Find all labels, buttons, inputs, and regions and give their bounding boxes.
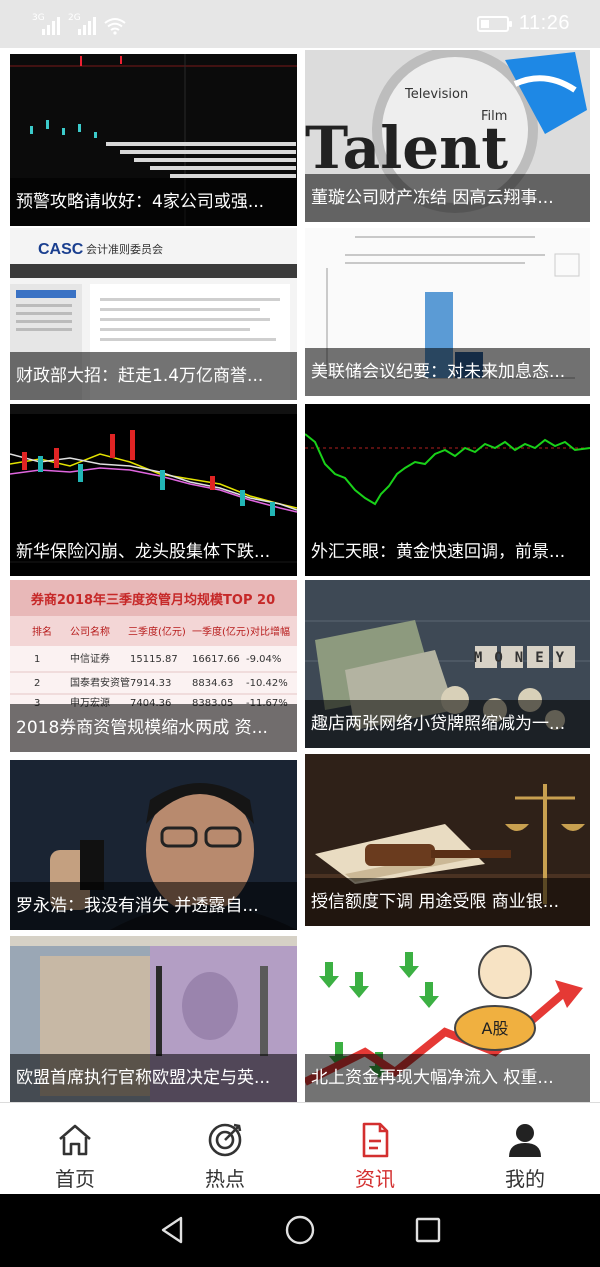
news-card-title: 新华保险闪崩、龙头股集体下跌... [10,528,297,576]
news-card[interactable]: 罗永浩：我没有消失 并透露自... [10,760,297,930]
table-cell: 8834.63 [192,678,233,689]
news-card-title: 预警攻略请收好：4家公司或强... [10,178,297,226]
tab-hot[interactable]: 热点 [150,1103,300,1194]
money-word: MONEY [474,650,576,666]
battery-icon [476,15,512,32]
table-header: 一季度(亿元) [192,625,250,638]
status-time: 11:26 [518,12,570,34]
news-card[interactable]: 预警攻略请收好：4家公司或强... [10,54,297,226]
table-cell: 1 [34,654,40,665]
tab-home-label: 首页 [55,1167,95,1191]
bottom-tab-bar: 首页 热点 资讯 我的 [0,1102,600,1194]
back-icon[interactable] [157,1214,189,1246]
talent-word: Talent [305,114,508,182]
news-card[interactable]: Television Film Talent 董璇公司财产冻结 因高云翔事... [305,50,590,222]
news-card-title: 授信额度下调 用途受限 商业银... [305,878,590,926]
news-card-title: 董璇公司财产冻结 因高云翔事... [305,174,590,222]
tab-news[interactable]: 资讯 [300,1103,450,1194]
table-cell: 7914.33 [130,678,171,689]
news-card[interactable]: A股 北上资金再现大幅净流入 权重... [305,932,590,1102]
a-share-label: A股 [482,1019,509,1038]
table-cell: 中信证券 [70,652,110,665]
tab-home[interactable]: 首页 [0,1103,150,1194]
tab-news-label: 资讯 [355,1167,395,1191]
sim2-signal-icon: 2G [68,13,96,35]
news-card[interactable]: 新华保险闪崩、龙头股集体下跌... [10,404,297,576]
table-cell: 16617.66 [192,654,240,665]
news-card[interactable]: 外汇天眼：黄金快速回调，前景... [305,404,590,576]
news-card-title: 北上资金再现大幅净流入 权重... [305,1054,590,1102]
wifi-icon [104,18,126,35]
table-cell: 2 [34,678,40,689]
tab-hot-label: 热点 [205,1167,245,1191]
television-word: Television [404,87,468,102]
news-card-title: 外汇天眼：黄金快速回调，前景... [305,528,590,576]
recents-icon[interactable] [412,1214,444,1246]
sim1-signal-icon: 3G [32,13,60,35]
table-header: 三季度(亿元) [128,625,186,638]
table-cell: -9.04% [246,654,281,665]
tab-mine-label: 我的 [505,1167,545,1191]
casc-logo: CASC [38,241,84,258]
target-icon [208,1123,242,1157]
news-card[interactable]: MONEY 趣店两张网络小贷牌照缩减为一... [305,580,590,748]
table-cell: 国泰君安资管 [70,676,130,689]
news-grid[interactable]: 预警攻略请收好：4家公司或强... Television Film Talent… [0,48,600,1102]
casc-name: 会计准则委员会 [86,243,163,256]
news-card-title: 美联储会议纪要：对未来加息态... [305,348,590,396]
table-header: 公司名称 [70,625,110,638]
person-icon [509,1124,541,1157]
news-card-title: 罗永浩：我没有消失 并透露自... [10,882,297,930]
news-card-title: 趣店两张网络小贷牌照缩减为一... [305,700,590,748]
news-card-title: 财政部大招：赶走1.4万亿商誉... [10,352,297,400]
news-card[interactable]: CASC 会计准则委员会 财政部大招：赶走1.4万亿商誉... [10,228,297,400]
status-bar: 3G 2G 11:26 [0,0,600,48]
news-card[interactable]: 券商2018年三季度资管月均规模TOP 20 排名 公司名称 三季度(亿元) 一… [10,580,297,752]
home-icon [59,1124,91,1156]
news-card-title: 2018券商资管规模缩水两成 资... [10,704,297,752]
brokerage-table-title: 券商2018年三季度资管月均规模TOP 20 [30,592,275,608]
news-card-title: 欧盟首席执行官称欧盟决定与英... [10,1054,297,1102]
table-cell: 15115.87 [130,654,178,665]
table-header: 对比增幅 [250,625,290,638]
news-card[interactable]: 欧盟首席执行官称欧盟决定与英... [10,936,297,1102]
tab-mine[interactable]: 我的 [450,1103,600,1194]
table-cell: -10.42% [246,678,288,689]
home-circle-icon[interactable] [284,1214,316,1246]
document-icon [362,1122,389,1158]
news-card[interactable]: 美联储会议纪要：对未来加息态... [305,228,590,396]
news-card[interactable]: 授信额度下调 用途受限 商业银... [305,754,590,926]
system-navigation-bar [0,1194,600,1267]
table-header: 排名 [32,625,52,638]
